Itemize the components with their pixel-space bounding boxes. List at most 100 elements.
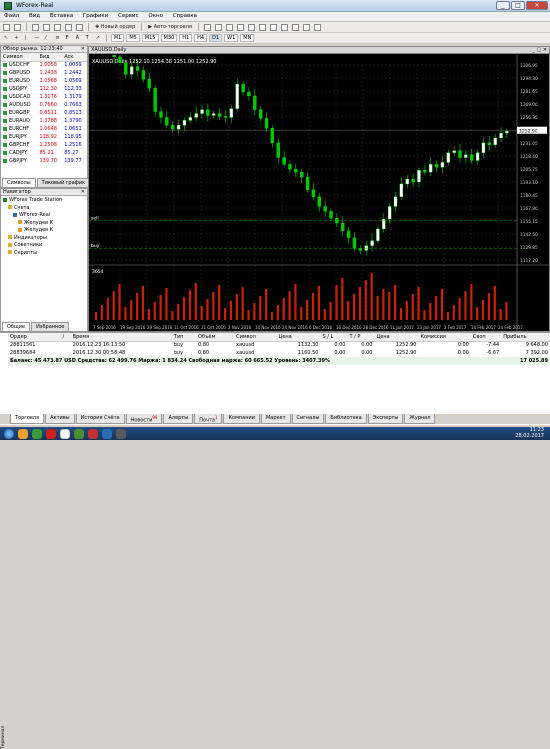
zoom-out-icon[interactable] <box>247 23 255 31</box>
candlestick-icon[interactable] <box>214 23 222 31</box>
terminal-tab[interactable]: Новости99 <box>125 414 163 424</box>
strategy-tester-icon[interactable] <box>76 23 83 31</box>
col-symbol[interactable]: Символ <box>1 53 38 62</box>
orders-col-header[interactable]: / <box>60 333 71 342</box>
col-ask[interactable]: Аск <box>62 53 87 62</box>
market-watch-icon[interactable] <box>32 23 39 31</box>
nav-item-indicators[interactable]: Индикаторы <box>3 235 85 243</box>
tab-favorites[interactable]: Избранное <box>31 322 70 331</box>
trendline-icon[interactable]: ⁄ <box>43 34 51 42</box>
close-icon[interactable]: ✕ <box>81 189 85 196</box>
market-watch-row[interactable]: GBPUSD 1.2438 1.2442 <box>1 69 87 77</box>
tf-h4[interactable]: H4 <box>194 34 208 42</box>
terminal-icon[interactable] <box>65 23 72 31</box>
tf-w1[interactable]: W1 <box>224 34 239 42</box>
terminal-tab[interactable]: Маркет <box>260 414 291 424</box>
terminal-tab[interactable]: Компании <box>223 414 260 424</box>
nav-item-account-1[interactable]: Желудев К <box>3 220 85 228</box>
tf-m5[interactable]: M5 <box>126 34 140 42</box>
terminal-tab[interactable]: Библиотека <box>325 414 367 424</box>
nav-item-server[interactable]: WForex-Real <box>3 212 85 220</box>
bar-chart-icon[interactable] <box>203 23 211 31</box>
chart-window[interactable]: XAUUSD,Daily _ □ ✕ XAUUSD,Daily 1252.10 1… <box>88 46 550 332</box>
taskbar-clock[interactable]: 11:23 28.02.2017 <box>515 427 544 439</box>
tf-d1[interactable]: D1 <box>209 34 223 42</box>
line-chart-icon[interactable] <box>225 23 233 31</box>
close-icon[interactable]: ✕ <box>81 46 85 53</box>
market-watch-row[interactable]: USDCAD 1.3176 1.3179 <box>1 93 87 101</box>
tf-mn[interactable]: MN <box>240 34 255 42</box>
autotrade-button[interactable]: ▶ Авто-торговля <box>146 23 194 31</box>
market-watch-row[interactable]: EURCHF 1.0648 1.0651 <box>1 125 87 133</box>
orders-col-header[interactable]: Тип <box>171 333 196 342</box>
app-icon[interactable] <box>116 428 126 439</box>
explorer-icon[interactable] <box>18 428 28 439</box>
app-icon[interactable] <box>60 428 70 439</box>
label-icon[interactable]: T <box>84 34 92 42</box>
terminal-tab[interactable]: Алерты <box>163 414 194 424</box>
orders-col-header[interactable]: Символ <box>234 333 277 342</box>
start-button-icon[interactable] <box>4 428 14 439</box>
orders-col-header[interactable]: Комиссия <box>418 333 471 342</box>
menu-file[interactable]: Файл <box>0 12 23 20</box>
market-watch-row[interactable]: GBPJPY 139.70 139.77 <box>1 157 87 165</box>
market-watch-row[interactable]: EURJPY 118.92 118.95 <box>1 133 87 141</box>
terminal-tab[interactable]: Журнал <box>404 414 436 424</box>
market-watch-row[interactable]: USDCHF 1.0058 1.0059 <box>1 61 87 69</box>
menu-insert[interactable]: Вставка <box>46 12 77 20</box>
chart-canvas[interactable]: XAUUSD,Daily 1252.10 1254.38 1251.00 125… <box>89 55 549 332</box>
browser-icon[interactable] <box>46 428 56 439</box>
chart-window-buttons[interactable]: _ □ ✕ <box>532 47 547 54</box>
nav-item-account-2[interactable]: Желудев К <box>3 227 85 235</box>
app-icon[interactable] <box>102 428 112 439</box>
terminal-app-icon[interactable] <box>74 428 84 439</box>
market-watch-row[interactable]: GBPCHF 1.2508 1.2516 <box>1 141 87 149</box>
text-icon[interactable]: A <box>74 34 82 42</box>
menu-window[interactable]: Окно <box>144 12 167 20</box>
terminal-tab[interactable]: Торговля <box>10 414 45 424</box>
market-watch-row[interactable]: AUDUSD 0.7660 0.7663 <box>1 101 87 109</box>
orders-col-header[interactable]: Объём <box>195 333 235 342</box>
orders-col-header[interactable]: S / L <box>320 333 348 342</box>
fibo-icon[interactable]: F <box>64 34 72 42</box>
minimize-button[interactable]: _ <box>496 1 510 10</box>
orders-col-header[interactable]: Ордер <box>8 333 61 342</box>
profiles-icon[interactable] <box>14 23 21 31</box>
orders-col-header[interactable]: Цена <box>374 333 419 342</box>
market-watch-row[interactable]: EURAUD 1.3788 1.3790 <box>1 117 87 125</box>
navigator-icon[interactable] <box>54 23 61 31</box>
orders-col-header[interactable]: Цена <box>276 333 321 342</box>
data-window-icon[interactable] <box>43 23 50 31</box>
horizontal-line-icon[interactable]: — <box>32 34 41 42</box>
arrows-icon[interactable]: ↗ <box>94 34 102 42</box>
terminal-tab[interactable]: Почта1 <box>194 414 223 424</box>
maximize-button[interactable]: □ <box>511 1 525 10</box>
tile-windows-icon[interactable] <box>258 23 266 31</box>
tab-symbols[interactable]: Символы <box>2 178 36 187</box>
nav-item-experts[interactable]: Советники <box>3 242 85 250</box>
order-row[interactable]: 28811561 2016.12.23 16:13:50 buy 0.80 xauusd… <box>8 341 550 349</box>
nav-item-accounts[interactable]: Счета <box>3 205 85 213</box>
zoom-in-icon[interactable] <box>236 23 244 31</box>
vertical-line-icon[interactable]: | <box>22 34 30 42</box>
tab-common[interactable]: Общие <box>2 322 31 331</box>
autoscroll-icon[interactable] <box>269 23 277 31</box>
new-chart-icon[interactable] <box>3 23 10 31</box>
player-icon[interactable] <box>32 428 42 439</box>
col-bid[interactable]: Бид <box>37 53 63 62</box>
chart-shift-icon[interactable] <box>280 23 288 31</box>
menu-view[interactable]: Вид <box>25 12 44 20</box>
market-watch-row[interactable]: CADJPY 85.21 85.27 <box>1 149 87 157</box>
templates-icon[interactable] <box>313 23 321 31</box>
nav-item-root[interactable]: WForex Trade Station <box>3 197 85 205</box>
crosshair-icon[interactable]: + <box>12 34 20 42</box>
cursor-icon[interactable]: ↖ <box>2 34 10 42</box>
close-button[interactable]: ✕ <box>526 1 548 10</box>
tab-tick-chart[interactable]: Тиковый график <box>36 178 91 187</box>
tf-m30[interactable]: M30 <box>160 34 178 42</box>
menu-help[interactable]: Справка <box>169 12 201 20</box>
app-icon[interactable] <box>88 428 98 439</box>
channel-icon[interactable]: ≡ <box>53 34 61 42</box>
tf-m1[interactable]: M1 <box>110 34 125 42</box>
menu-tools[interactable]: Сервис <box>114 12 143 20</box>
